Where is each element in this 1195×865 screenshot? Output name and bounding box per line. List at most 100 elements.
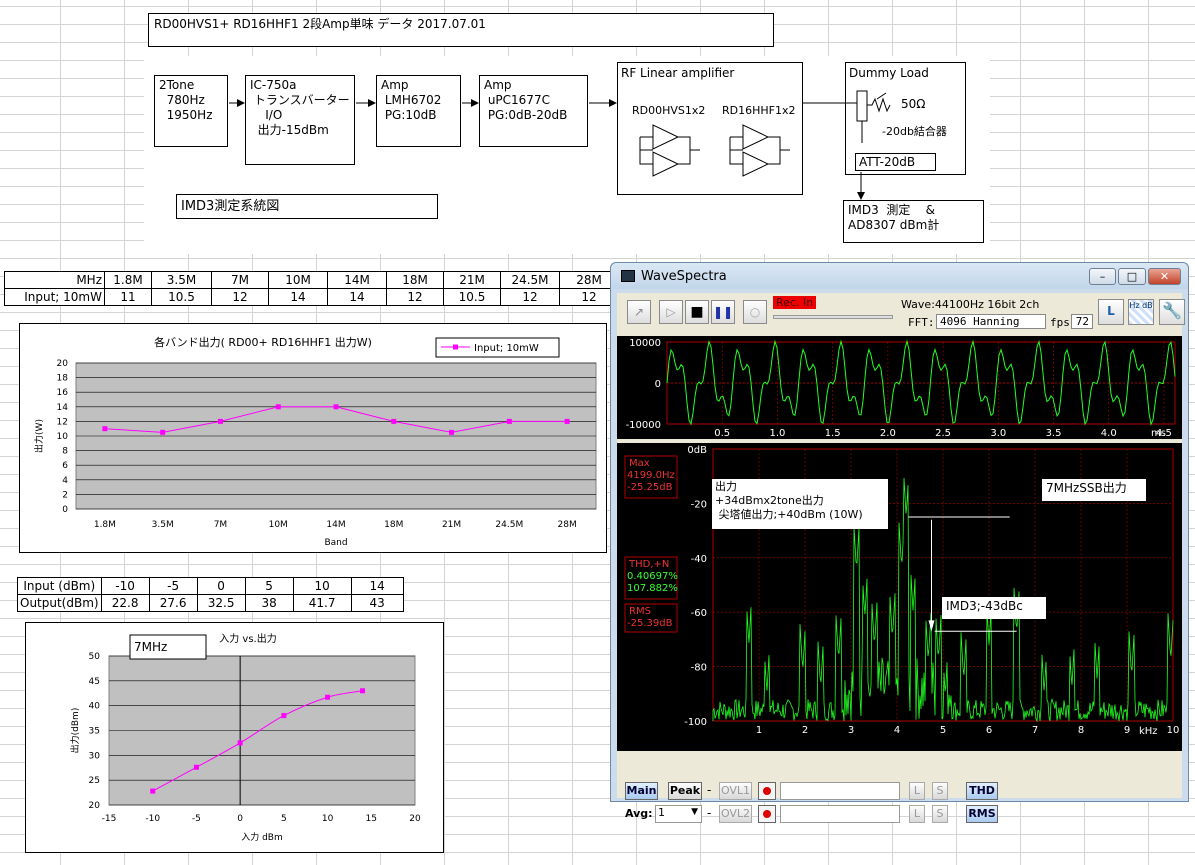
x-tick-label: 14M bbox=[326, 520, 345, 530]
readout-label: RMS bbox=[629, 606, 651, 617]
window-titlebar[interactable]: WaveSpectra – □ ✕ bbox=[611, 263, 1188, 289]
chevron-down-icon: ▼ bbox=[691, 807, 698, 817]
spec-x-label: 6 bbox=[986, 725, 992, 736]
x-tick-label: 0 bbox=[237, 814, 243, 824]
close-button[interactable]: ✕ bbox=[1148, 268, 1181, 285]
open-file-icon[interactable]: ↗ bbox=[627, 300, 651, 324]
spec-y-label: -100 bbox=[684, 717, 707, 728]
data-point bbox=[391, 418, 397, 424]
wave-x-label: 0.5 bbox=[714, 428, 730, 439]
rms-button[interactable]: RMS bbox=[966, 805, 998, 823]
y-tick-label: 4 bbox=[62, 476, 68, 486]
wave-y-label: 10000 bbox=[629, 338, 661, 349]
wave-y-label: 0 bbox=[655, 379, 661, 390]
pause-icon[interactable]: ❚❚ bbox=[711, 300, 735, 324]
data-point bbox=[217, 418, 223, 424]
table-cell: 14M bbox=[327, 271, 387, 289]
table-row: Output(dBm) 22.8 27.6 32.5 38 41.7 43 bbox=[17, 594, 404, 612]
minimize-button[interactable]: – bbox=[1089, 268, 1116, 285]
ch1-field[interactable] bbox=[780, 782, 900, 800]
table-cell: 11 bbox=[104, 288, 152, 306]
input-output-chart-svg: 20 25 30 35 40 45 50 -15 -10 -5 0 5 10 15 20 入力 vs.出力 7M… bbox=[69, 632, 421, 843]
maximize-button[interactable]: □ bbox=[1118, 268, 1146, 285]
ch1-l-button[interactable]: L bbox=[909, 782, 925, 800]
wave-y-label: -10000 bbox=[626, 420, 661, 431]
lr-channel-icon[interactable]: L bbox=[1098, 299, 1124, 325]
input-output-chart: 20 25 30 35 40 45 50 -15 -10 -5 0 5 10 15 20 入力 vs.出力 7M… bbox=[25, 622, 444, 853]
data-point bbox=[160, 429, 166, 435]
table-cell: 10.5 bbox=[151, 288, 212, 306]
data-point bbox=[564, 418, 570, 424]
band-output-chart-svg: 0 2 4 6 8 10 12 14 16 18 20 1.8M 3.5M 7M 10M 14M 18M 21M 2… bbox=[33, 335, 597, 548]
thd-button[interactable]: THD bbox=[966, 782, 998, 800]
table-cell: -10 bbox=[100, 577, 150, 595]
record-icon[interactable]: ○ bbox=[743, 300, 767, 324]
table-cell: 12 bbox=[211, 288, 269, 306]
readout-label: Max bbox=[629, 458, 650, 469]
readout-label: THD,+N bbox=[628, 559, 669, 570]
data-point bbox=[102, 426, 108, 432]
avg-select[interactable]: 1 ▼ bbox=[655, 805, 702, 823]
waveform-display: 100000-100000.5 1.0 1.5 2.0 2.5 3.0 3.5 4.0 4.5m… bbox=[617, 336, 1182, 439]
table-cell: 5 bbox=[244, 577, 294, 595]
ch1-s-button[interactable]: S bbox=[932, 782, 948, 800]
fft-setting[interactable]: 4096 Hanning bbox=[936, 314, 1046, 329]
band-output-chart: 0 2 4 6 8 10 12 14 16 18 20 1.8M 3.5M 7M 10M 14M 18M 21M 2… bbox=[19, 323, 607, 553]
data-point bbox=[333, 404, 339, 410]
table-cell: 41.7 bbox=[292, 594, 352, 612]
rec-level-slider[interactable] bbox=[773, 315, 893, 319]
stop-icon[interactable]: ■ bbox=[685, 300, 709, 324]
settings-wrench-icon[interactable]: 🔧 bbox=[1159, 299, 1185, 325]
spec-x-label: 9 bbox=[1124, 725, 1130, 736]
x-tick-label: 1.8M bbox=[94, 520, 116, 530]
record-ch2-icon[interactable] bbox=[758, 805, 776, 823]
play-icon[interactable]: ▷ bbox=[659, 300, 683, 324]
data-point bbox=[193, 764, 199, 770]
y-tick-label: 25 bbox=[89, 776, 100, 786]
y-axis-label: 出力(W) bbox=[33, 419, 45, 453]
annotation-label: 7MHz bbox=[134, 640, 167, 654]
table-cell: Input; 10mW bbox=[4, 288, 105, 306]
ch2-s-button[interactable]: S bbox=[932, 805, 948, 823]
legend-marker bbox=[453, 344, 458, 350]
record-ch1-icon[interactable] bbox=[758, 782, 776, 800]
y-tick-label: 35 bbox=[89, 727, 100, 737]
x-tick-label: 10 bbox=[322, 814, 334, 824]
table-cell: 32.5 bbox=[196, 594, 246, 612]
table-cell: 43 bbox=[350, 594, 404, 612]
wave-x-label: 3.0 bbox=[990, 428, 1006, 439]
y-tick-label: 2 bbox=[62, 490, 68, 500]
data-point bbox=[506, 418, 512, 424]
y-tick-label: 40 bbox=[89, 702, 101, 712]
x-tick-label: 5 bbox=[281, 814, 287, 824]
app-icon bbox=[621, 270, 635, 282]
spec-x-label: 3 bbox=[848, 725, 854, 736]
ch2-field[interactable] bbox=[780, 805, 900, 823]
wave-x-label: 2.0 bbox=[880, 428, 896, 439]
y-tick-label: 50 bbox=[89, 652, 101, 662]
chart-title: 各バンド出力( RD00+ RD16HHF1 出力W) bbox=[154, 335, 372, 349]
wave-unit-label: ms bbox=[1151, 428, 1166, 439]
table-cell: 3.5M bbox=[151, 271, 212, 289]
peak-button[interactable]: Peak bbox=[668, 782, 702, 800]
table-cell: 10 bbox=[292, 577, 352, 595]
x-tick-label: 10M bbox=[269, 520, 288, 530]
avg-label: Avg: bbox=[625, 807, 653, 820]
legend-label: Input; 10mW bbox=[474, 343, 539, 354]
readout-value: 0.40697% bbox=[627, 571, 678, 582]
table-cell: 12 bbox=[500, 288, 560, 306]
avg-value: 1 bbox=[658, 806, 665, 819]
table-cell: 38 bbox=[244, 594, 294, 612]
input-output-table: Input (dBm) -10 -5 0 5 10 14 Output(dBm)… bbox=[17, 577, 404, 612]
table-row: Input (dBm) -10 -5 0 5 10 14 bbox=[17, 577, 404, 595]
separator-dash: - bbox=[707, 806, 712, 820]
diagram-arrows bbox=[229, 99, 865, 200]
readout-value: 107.882% bbox=[627, 583, 678, 594]
spec-y-label: -20 bbox=[691, 499, 707, 510]
ch2-l-button[interactable]: L bbox=[909, 805, 925, 823]
y-tick-label: 14 bbox=[57, 403, 69, 413]
main-button[interactable]: Main bbox=[625, 782, 658, 800]
data-point bbox=[449, 429, 455, 435]
scale-hz-db-icon[interactable]: Hz dB bbox=[1128, 299, 1154, 325]
wave-x-label: 1.5 bbox=[825, 428, 841, 439]
